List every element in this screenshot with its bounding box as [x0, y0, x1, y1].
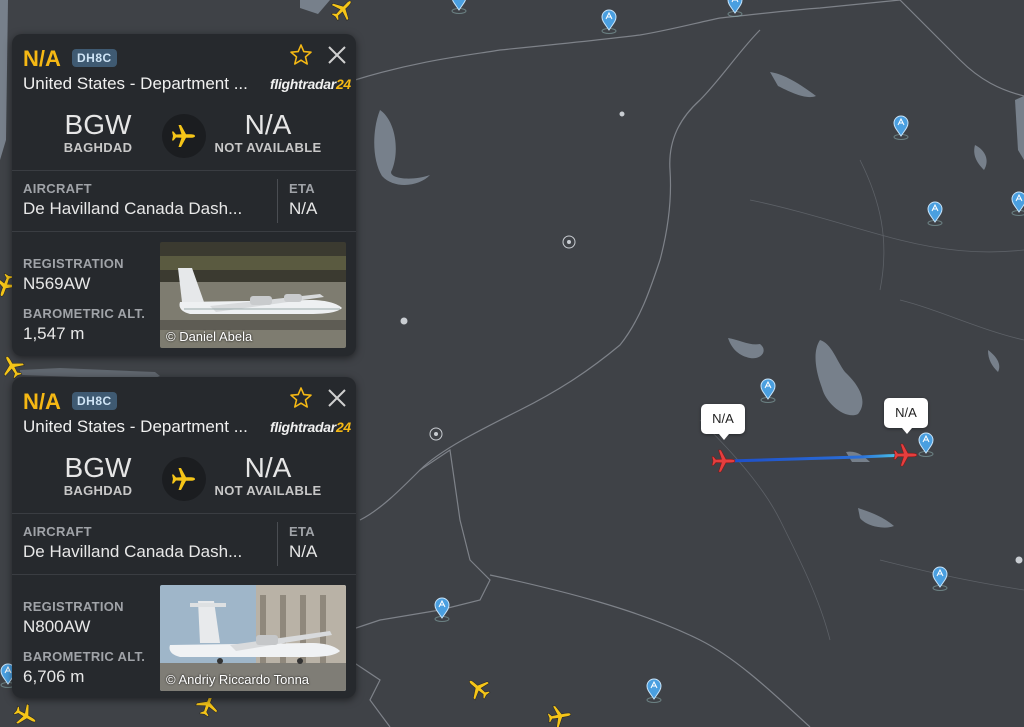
- altitude-label: BAROMETRIC ALT.: [23, 306, 146, 321]
- destination-city: NOT AVAILABLE: [214, 140, 322, 155]
- registration-label: REGISTRATION: [23, 599, 124, 614]
- selected-aircraft-icon[interactable]: [893, 443, 918, 467]
- close-icon[interactable]: [324, 385, 350, 411]
- eta-value: N/A: [289, 542, 318, 561]
- airplane-icon: [172, 125, 195, 147]
- destination-airport[interactable]: N/A NOT AVAILABLE: [208, 109, 328, 156]
- origin-city: BAGHDAD: [63, 140, 133, 155]
- flightradar24-logo[interactable]: flightradar24: [270, 419, 351, 435]
- divider: [277, 522, 278, 566]
- registration-row: REGISTRATION N800AW BAROMETRIC ALT. 6,70…: [12, 575, 356, 698]
- vor-beacons: [400, 111, 1023, 564]
- close-icon[interactable]: [324, 42, 350, 68]
- photo-credit: © Daniel Abela: [166, 329, 253, 344]
- panel-header: N/A DH8C United States - Department ... …: [12, 34, 356, 106]
- callsign: N/A: [23, 389, 61, 414]
- callsign: N/A: [23, 46, 61, 71]
- origin-city: BAGHDAD: [63, 483, 133, 498]
- altitude-value: 1,547 m: [23, 324, 85, 343]
- destination-code: N/A: [244, 109, 292, 140]
- aircraft-type-badge: DH8C: [72, 49, 117, 67]
- route-section: BGW BAGHDAD N/A NOT AVAILABLE: [12, 106, 356, 171]
- divider: [277, 179, 278, 223]
- route-plane-badge: [162, 114, 206, 158]
- aircraft-photo[interactable]: © Andriy Riccardo Tonna: [160, 585, 346, 691]
- aircraft-label: AIRCRAFT: [23, 181, 92, 196]
- registration-value: N800AW: [23, 617, 91, 636]
- operator-name: United States - Department ...: [23, 74, 248, 93]
- aircraft-value: De Havilland Canada Dash...: [23, 199, 243, 218]
- star-icon[interactable]: [288, 42, 314, 68]
- aircraft-label-bubble[interactable]: N/A: [701, 404, 745, 440]
- altitude-label: BAROMETRIC ALT.: [23, 649, 146, 664]
- panel-header: N/A DH8C United States - Department ... …: [12, 377, 356, 449]
- registration-value: N569AW: [23, 274, 91, 293]
- aircraft-photo[interactable]: © Daniel Abela: [160, 242, 346, 348]
- destination-code: N/A: [244, 452, 292, 483]
- destination-city: NOT AVAILABLE: [214, 483, 322, 498]
- origin-code: BGW: [64, 109, 132, 140]
- photo-credit: © Andriy Riccardo Tonna: [166, 672, 310, 687]
- aircraft-eta-row: AIRCRAFT De Havilland Canada Dash... ETA…: [12, 171, 356, 232]
- operator-name: United States - Department ...: [23, 417, 248, 436]
- aircraft-eta-row: AIRCRAFT De Havilland Canada Dash... ETA…: [12, 514, 356, 575]
- star-icon[interactable]: [288, 385, 314, 411]
- flight-info-panel: N/A DH8C United States - Department ... …: [12, 34, 356, 356]
- aircraft-value: De Havilland Canada Dash...: [23, 542, 243, 561]
- registration-row: REGISTRATION N569AW BAROMETRIC ALT. 1,54…: [12, 232, 356, 356]
- origin-airport[interactable]: BGW BAGHDAD: [58, 109, 138, 156]
- route-plane-badge: [162, 457, 206, 501]
- airplane-icon: [172, 468, 195, 490]
- eta-label: ETA: [289, 524, 315, 539]
- origin-code: BGW: [64, 452, 132, 483]
- registration-label: REGISTRATION: [23, 256, 124, 271]
- eta-value: N/A: [289, 199, 318, 218]
- aircraft-label: AIRCRAFT: [23, 524, 92, 539]
- origin-airport[interactable]: BGW BAGHDAD: [58, 452, 138, 499]
- flightradar24-logo[interactable]: flightradar24: [270, 76, 351, 92]
- aircraft-label-bubble[interactable]: N/A: [884, 398, 928, 434]
- destination-airport[interactable]: N/A NOT AVAILABLE: [208, 452, 328, 499]
- route-section: BGW BAGHDAD N/A NOT AVAILABLE: [12, 449, 356, 514]
- eta-label: ETA: [289, 181, 315, 196]
- country-borders: [349, 0, 1024, 727]
- flight-info-panel: N/A DH8C United States - Department ... …: [12, 377, 356, 698]
- aircraft-type-badge: DH8C: [72, 392, 117, 410]
- altitude-value: 6,706 m: [23, 667, 85, 686]
- flight-track: [727, 453, 906, 463]
